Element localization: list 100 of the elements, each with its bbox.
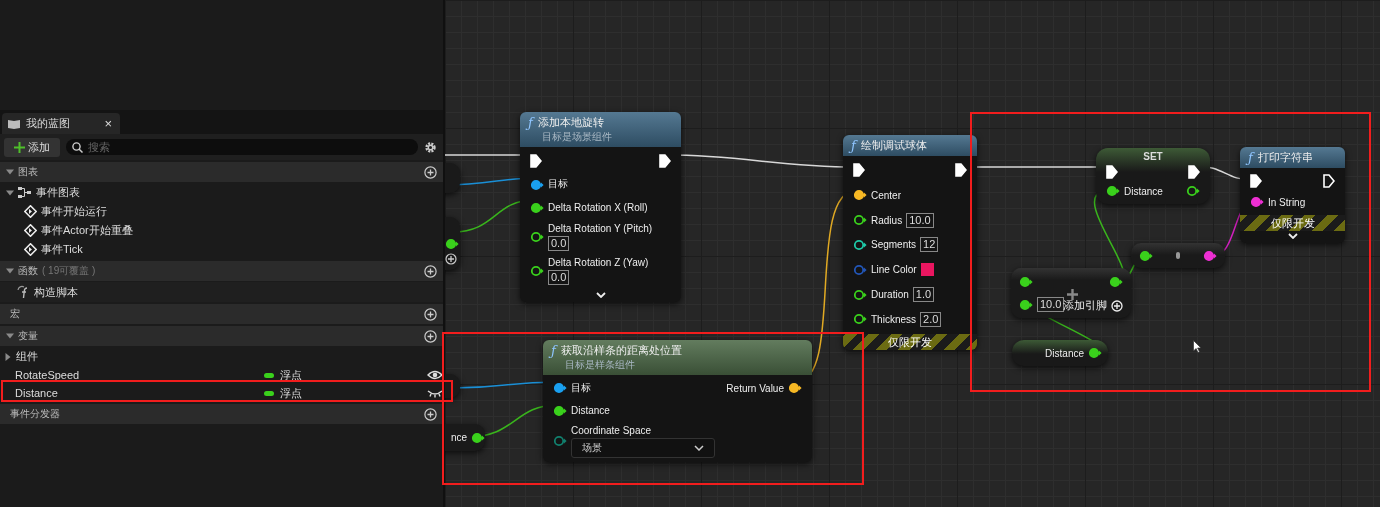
value-field[interactable]: 1.0 — [912, 287, 935, 303]
pin-label: Segments — [871, 239, 917, 251]
tree-item[interactable]: 构造脚本 — [34, 284, 78, 300]
caret-icon[interactable] — [6, 188, 14, 197]
variable-name[interactable]: RotateSpeed — [15, 369, 80, 381]
graph-node[interactable]: nce — [445, 424, 485, 451]
data-pin[interactable] — [1088, 347, 1102, 359]
data-pin[interactable] — [530, 231, 544, 244]
section-header[interactable]: 变量 — [0, 326, 443, 346]
tree-item[interactable]: 事件开始运行 — [41, 204, 107, 219]
add-circle-icon[interactable] — [445, 253, 457, 265]
data-pin[interactable] — [471, 431, 486, 444]
add-circle-icon[interactable] — [424, 264, 437, 278]
add-circle-icon[interactable] — [424, 165, 437, 179]
data-pin[interactable] — [1139, 249, 1153, 262]
data-pin[interactable] — [853, 288, 867, 301]
exec-pin[interactable] — [1250, 173, 1262, 188]
exec-pin[interactable] — [955, 163, 967, 178]
graph-canvas[interactable] — [445, 0, 1380, 507]
data-pin[interactable] — [788, 382, 802, 395]
color-swatch[interactable] — [920, 263, 934, 277]
dropdown[interactable]: 场景 — [571, 437, 715, 458]
data-pin[interactable] — [1109, 275, 1123, 288]
eye-icon[interactable] — [427, 370, 443, 380]
variable-name[interactable]: Distance — [15, 387, 58, 399]
graph-node[interactable]: ƒ 打印字符串 In String 仅限开发 — [1240, 147, 1345, 243]
data-pin[interactable] — [445, 237, 459, 250]
node-title: 打印字符串 — [1257, 150, 1313, 165]
data-pin[interactable] — [1186, 185, 1200, 197]
settings-icon[interactable] — [424, 140, 437, 154]
value-field[interactable]: 2.0 — [920, 312, 942, 327]
tree-item[interactable]: 事件Actor开始重叠 — [41, 223, 133, 238]
pin-label: Line Color — [871, 264, 917, 276]
value-field[interactable]: 12 — [920, 237, 939, 253]
graph-node[interactable]: ƒ 获取沿样条的距离处位置 目标是样条组件 目标 Return Value Distance Coordinate Space 场景 — [543, 340, 812, 462]
graph-node[interactable]: ƒ 添加本地旋转 目标是场景组件 目标 Delta Rotation X (Roll) Delta Rotation Y (Pitch) 0.0 Delta Rotation Z (Yaw) 0.0 — [520, 112, 681, 302]
variable-type[interactable]: 浮点 — [280, 367, 302, 383]
graph-node[interactable]: Distance — [1012, 340, 1108, 366]
pin-label: In String — [1268, 196, 1306, 208]
add-pin-button[interactable]: 添加引脚 — [1063, 298, 1123, 313]
section-header[interactable]: 事件分发器 — [0, 404, 443, 424]
data-pin[interactable] — [853, 238, 867, 251]
caret-icon[interactable] — [4, 352, 12, 361]
data-pin[interactable] — [553, 405, 567, 417]
dev-only-banner: 仅限开发 — [843, 334, 977, 350]
chevron-down-icon[interactable] — [1287, 233, 1298, 239]
data-pin[interactable] — [853, 189, 867, 202]
type-pill-icon — [264, 390, 274, 396]
pin-label: Duration — [871, 289, 909, 301]
section-header[interactable]: 宏 — [0, 304, 443, 324]
tree-item[interactable]: 组件 — [16, 349, 38, 364]
data-pin[interactable] — [1019, 298, 1033, 311]
data-pin[interactable] — [1203, 249, 1217, 262]
data-pin[interactable] — [530, 178, 544, 191]
pin-label: 目标 — [548, 176, 568, 191]
close-icon[interactable]: × — [104, 116, 112, 131]
panel-tab[interactable]: 我的蓝图 × — [2, 113, 120, 134]
caret-icon[interactable] — [6, 267, 14, 275]
data-pin[interactable] — [1106, 185, 1120, 197]
tree-item[interactable]: 事件Tick — [41, 242, 83, 257]
data-pin[interactable] — [1019, 275, 1033, 288]
section-header[interactable]: 函数 ( 19可覆盖 ) — [0, 261, 443, 281]
graph-node[interactable]: 10.0添加引脚 — [1011, 268, 1131, 318]
add-circle-icon[interactable] — [424, 329, 437, 343]
caret-icon[interactable] — [6, 168, 14, 176]
data-pin[interactable] — [853, 313, 867, 326]
dev-only-banner: 仅限开发 — [1240, 215, 1345, 231]
value-field[interactable]: 0.0 — [548, 270, 570, 286]
data-pin[interactable] — [530, 265, 544, 278]
data-pin[interactable] — [853, 214, 867, 227]
variable-type[interactable]: 浮点 — [280, 385, 302, 401]
node-title: 添加本地旋转 — [537, 115, 604, 130]
caret-icon[interactable] — [6, 332, 14, 340]
data-pin[interactable] — [530, 202, 544, 215]
exec-pin[interactable] — [853, 163, 865, 178]
closed-eye-icon[interactable] — [427, 388, 443, 398]
exec-pin[interactable] — [1323, 173, 1335, 188]
value-field[interactable]: 10.0 — [906, 212, 934, 228]
chevron-down-icon[interactable] — [595, 292, 606, 298]
add-circle-icon[interactable] — [424, 307, 437, 321]
section-title: 图表 — [18, 165, 38, 179]
exec-pin[interactable] — [1106, 165, 1118, 179]
data-pin[interactable] — [553, 382, 567, 395]
search-icon — [72, 142, 83, 153]
exec-pin[interactable] — [1188, 165, 1200, 179]
data-pin[interactable] — [1250, 196, 1264, 209]
exec-pin[interactable] — [659, 153, 671, 168]
add-button[interactable]: 添加 — [4, 137, 60, 157]
graph-node[interactable] — [1131, 243, 1225, 268]
exec-pin[interactable] — [530, 153, 542, 168]
section-header[interactable]: 图表 — [0, 162, 443, 182]
add-circle-icon[interactable] — [424, 407, 437, 421]
search-field[interactable]: 搜索 — [66, 139, 418, 155]
event-icon — [24, 224, 37, 237]
graph-node[interactable]: ƒ 绘制调试球体 Center Radius 10.0 Segments 12 Line Color Duration 1.0 Thickness 2.0 仅限开发 — [843, 135, 977, 350]
value-field[interactable]: 0.0 — [548, 236, 570, 252]
section-title: 宏 — [10, 307, 20, 321]
mouse-cursor-icon — [1193, 340, 1202, 353]
tree-item[interactable]: 事件图表 — [36, 185, 80, 200]
graph-node[interactable]: SET Distance — [1096, 148, 1210, 204]
